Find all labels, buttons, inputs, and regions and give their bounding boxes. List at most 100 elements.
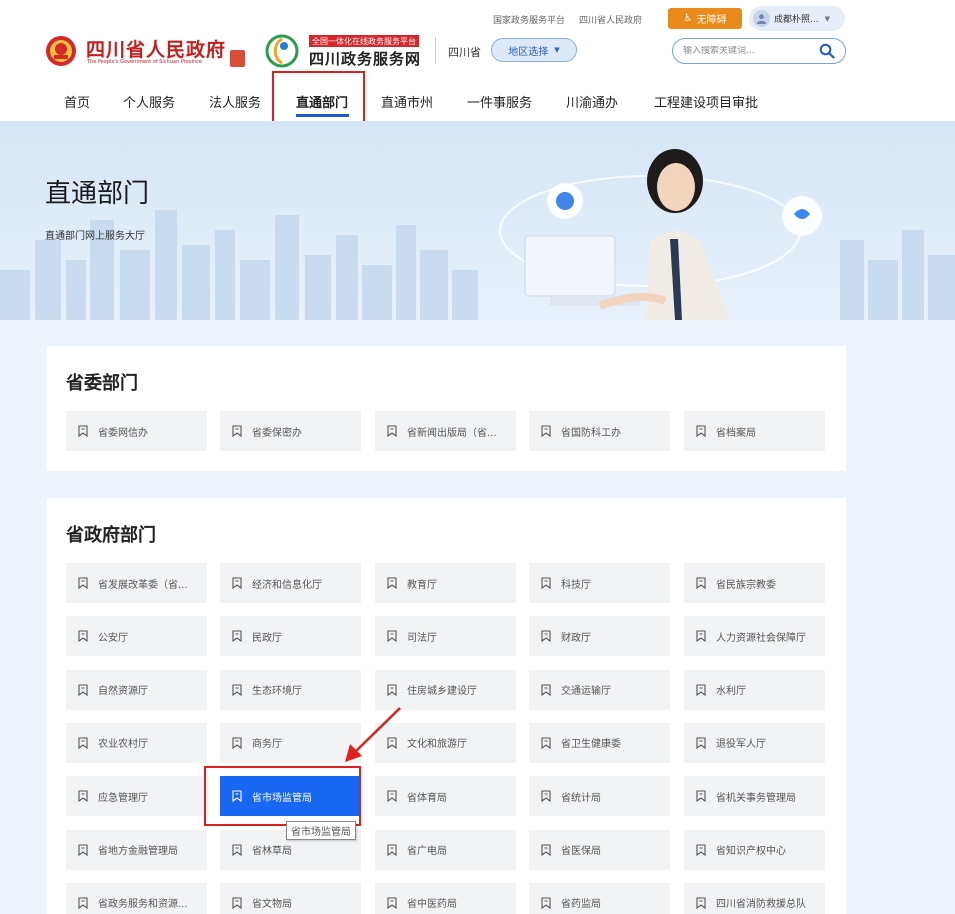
- bookmark-icon: [78, 577, 88, 589]
- department-label: 文化和旅游厅: [407, 739, 467, 751]
- department-tile[interactable]: 商务厅: [220, 722, 361, 763]
- user-menu[interactable]: 成都朴照... ▼: [749, 6, 845, 31]
- department-label: 省国防科工办: [561, 427, 621, 439]
- nav-item-home[interactable]: 首页: [64, 92, 90, 111]
- department-tile[interactable]: 省中医药局: [375, 882, 516, 914]
- divider: [435, 37, 436, 64]
- search-input[interactable]: [683, 46, 813, 56]
- nav-item-cities[interactable]: 直通市州: [381, 92, 433, 111]
- department-tile[interactable]: 农业农村厅: [66, 722, 207, 763]
- department-tile[interactable]: 住房城乡建设厅: [375, 669, 516, 710]
- department-tile[interactable]: 应急管理厅: [66, 776, 207, 817]
- department-tile[interactable]: 省统计局: [529, 776, 670, 817]
- department-tile[interactable]: 省国防科工办: [529, 411, 670, 451]
- department-tile[interactable]: 省药监局: [529, 882, 670, 914]
- department-tile[interactable]: 交通运输厅: [529, 669, 670, 710]
- department-tile[interactable]: 生态环境厅: [220, 669, 361, 710]
- bookmark-icon: [387, 790, 397, 803]
- bookmark-icon: [696, 577, 706, 589]
- avatar: [753, 10, 770, 27]
- department-tile[interactable]: 省医保局: [529, 829, 670, 870]
- chevron-down-icon: ▼: [824, 14, 830, 23]
- hero-banner: 直通部门 直通部门网上服务大厅: [0, 121, 955, 320]
- department-label: 财政厅: [561, 632, 591, 644]
- gov-title[interactable]: 四川省人民政府: [86, 35, 226, 62]
- department-tile[interactable]: 省机关事务管理局: [684, 776, 825, 817]
- department-tile[interactable]: 教育厅: [375, 563, 516, 603]
- department-tile[interactable]: 省民族宗教委: [684, 563, 825, 603]
- department-label: 省体育局: [407, 792, 447, 804]
- department-label: 省民族宗教委: [716, 579, 776, 591]
- department-tile[interactable]: 省档案局: [684, 411, 825, 451]
- nav-item-one-thing[interactable]: 一件事服务: [467, 92, 532, 111]
- bookmark-icon: [387, 425, 397, 437]
- main-nav: 首页 个人服务 法人服务 直通部门 直通市州 一件事服务 川渝通办 工程建设项目…: [0, 88, 955, 121]
- nav-item-chuanyu[interactable]: 川渝通办: [566, 92, 618, 111]
- highlight-box-tile: [204, 766, 361, 826]
- gov-subtitle: The People's Government of Sichuan Provi…: [87, 59, 202, 65]
- bookmark-icon: [541, 684, 551, 696]
- department-tile[interactable]: 省发展改革委（省...: [66, 563, 207, 603]
- department-tile[interactable]: 人力资源社会保障厅: [684, 616, 825, 657]
- bookmark-icon: [696, 737, 706, 749]
- seal-icon: [230, 50, 245, 67]
- bookmark-icon: [387, 843, 397, 856]
- bookmark-icon: [78, 843, 88, 856]
- department-tile[interactable]: 民政厅: [220, 616, 361, 657]
- accessibility-icon: ♿: [683, 13, 693, 24]
- bookmark-icon: [232, 425, 242, 437]
- department-tile[interactable]: 公安厅: [66, 616, 207, 657]
- bookmark-icon: [232, 897, 242, 909]
- bookmark-icon: [78, 897, 88, 909]
- department-tile[interactable]: 省政务服务和资源...: [66, 882, 207, 914]
- department-label: 省林草局: [252, 846, 292, 857]
- search-icon[interactable]: [819, 43, 835, 59]
- department-label: 省医保局: [561, 846, 601, 857]
- bookmark-icon: [232, 737, 242, 749]
- department-tile[interactable]: 四川省消防救援总队: [684, 882, 825, 914]
- department-tile[interactable]: 司法厅: [375, 616, 516, 657]
- bookmark-icon: [541, 843, 551, 856]
- department-label: 省发展改革委（省...: [98, 579, 188, 591]
- department-tile[interactable]: 水利厅: [684, 669, 825, 710]
- department-tile[interactable]: 省体育局: [375, 776, 516, 817]
- department-tile[interactable]: 经济和信息化厅: [220, 563, 361, 603]
- accessibility-button[interactable]: ♿ 无障碍: [668, 8, 742, 29]
- department-tile[interactable]: 自然资源厅: [66, 669, 207, 710]
- department-tile[interactable]: 省新闻出版局（省...: [375, 411, 516, 451]
- caret-down-icon: ▼: [554, 46, 560, 54]
- department-label: 省地方金融管理局: [98, 846, 178, 857]
- section-title: 省政府部门: [66, 525, 156, 546]
- department-tile[interactable]: 省卫生健康委: [529, 722, 670, 763]
- bookmark-icon: [541, 577, 551, 589]
- bookmark-icon: [78, 630, 88, 643]
- region-select-button[interactable]: 地区选择 ▼: [491, 38, 577, 62]
- bookmark-icon: [387, 630, 397, 643]
- department-tile[interactable]: 省文物局: [220, 882, 361, 914]
- service-agent-illustration: [499, 149, 822, 320]
- department-tile[interactable]: 文化和旅游厅: [375, 722, 516, 763]
- bookmark-icon: [696, 630, 706, 643]
- department-label: 生态环境厅: [252, 686, 302, 698]
- department-tile[interactable]: 省广电局: [375, 829, 516, 870]
- department-tile[interactable]: 科技厅: [529, 563, 670, 603]
- department-tile[interactable]: 省委网信办: [66, 411, 207, 451]
- department-label: 司法厅: [407, 632, 437, 644]
- bookmark-icon: [541, 425, 551, 437]
- department-tile[interactable]: 省地方金融管理局: [66, 829, 207, 870]
- department-label: 科技厅: [561, 579, 591, 591]
- nav-item-personal[interactable]: 个人服务: [123, 92, 175, 111]
- department-tile[interactable]: 省知识产权中心: [684, 829, 825, 870]
- department-tile[interactable]: 退役军人厅: [684, 722, 825, 763]
- department-tile[interactable]: 财政厅: [529, 616, 670, 657]
- service-title[interactable]: 四川政务服务网: [309, 48, 421, 69]
- top-link-provincial-gov[interactable]: 四川省人民政府: [579, 13, 642, 26]
- bookmark-icon: [696, 897, 706, 909]
- bookmark-icon: [387, 737, 397, 749]
- department-tile[interactable]: 省委保密办: [220, 411, 361, 451]
- nav-item-legal-entity[interactable]: 法人服务: [209, 92, 261, 111]
- nav-item-construction[interactable]: 工程建设项目审批: [654, 92, 758, 111]
- bookmark-icon: [541, 737, 551, 749]
- region-select-label: 地区选择: [508, 46, 549, 58]
- top-link-national-platform[interactable]: 国家政务服务平台: [493, 13, 565, 26]
